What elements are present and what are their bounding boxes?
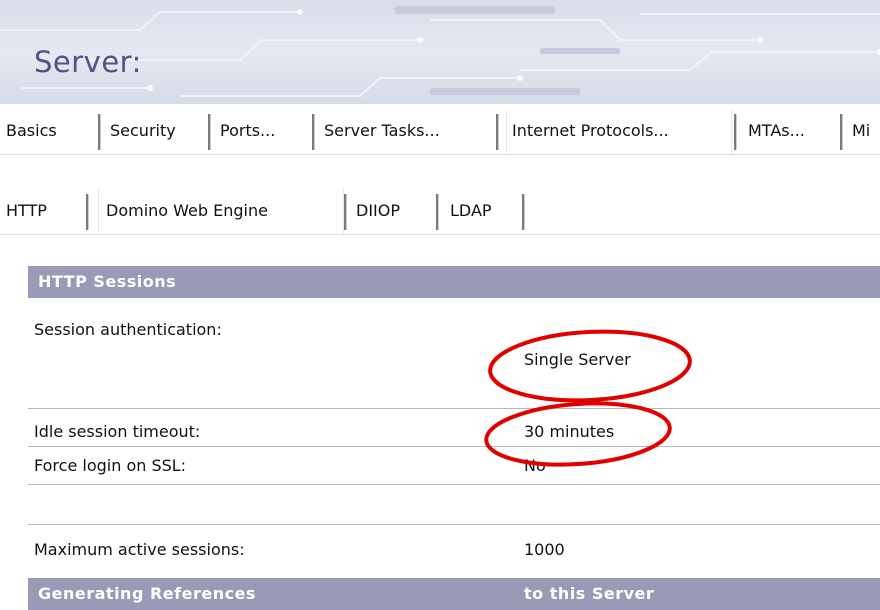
tab-separator	[86, 194, 89, 230]
idle-session-timeout-value[interactable]: 30 minutes	[524, 422, 614, 441]
max-active-sessions-value[interactable]: 1000	[524, 540, 565, 559]
section-title: Generating References	[38, 584, 256, 603]
idle-session-timeout-label: Idle session timeout:	[34, 422, 201, 441]
tab-server-tasks[interactable]: Server Tasks...	[324, 110, 440, 152]
force-login-ssl-label: Force login on SSL:	[34, 456, 187, 475]
session-authentication-label: Session authentication:	[34, 320, 222, 339]
tab-separator	[840, 114, 843, 150]
force-login-ssl-value[interactable]: No	[524, 456, 546, 475]
subtab-domino-web-engine[interactable]: Domino Web Engine	[106, 190, 268, 232]
section-title: HTTP Sessions	[38, 272, 177, 291]
subtab-http[interactable]: HTTP	[6, 190, 47, 232]
section-title-right: to this Server	[524, 584, 655, 603]
sub-tab-bar: HTTP Domino Web Engine DIIOP LDAP	[0, 188, 880, 235]
server-banner: Server:	[0, 0, 880, 104]
row-divider	[28, 408, 880, 409]
tab-separator	[436, 194, 439, 230]
tab-security[interactable]: Security	[110, 110, 176, 152]
row-divider	[28, 446, 880, 447]
subtab-diiop[interactable]: DIIOP	[356, 190, 400, 232]
tab-miscellaneous[interactable]: Mi	[852, 110, 870, 152]
section-header-generating-references: Generating References to this Server	[28, 578, 880, 610]
tab-mtas[interactable]: MTAs...	[748, 110, 805, 152]
row-divider	[28, 524, 880, 525]
tab-separator	[734, 114, 737, 150]
tab-separator	[312, 114, 315, 150]
tab-separator	[98, 114, 101, 150]
tab-separator	[208, 114, 211, 150]
banner-title: Server:	[34, 45, 142, 79]
server-document-page: Server: Basics Security Ports... Server …	[0, 0, 880, 610]
tab-separator	[522, 194, 525, 230]
row-divider	[28, 484, 880, 485]
tab-separator	[496, 114, 499, 150]
max-active-sessions-label: Maximum active sessions:	[34, 540, 245, 559]
tab-basics[interactable]: Basics	[6, 110, 57, 152]
tab-internet-protocols[interactable]: Internet Protocols...	[512, 110, 669, 152]
session-authentication-value[interactable]: Single Server	[524, 350, 631, 369]
tab-ports[interactable]: Ports...	[220, 110, 275, 152]
section-header-http-sessions: HTTP Sessions	[28, 266, 880, 298]
subtab-ldap[interactable]: LDAP	[450, 190, 492, 232]
main-tab-bar: Basics Security Ports... Server Tasks...…	[0, 110, 880, 155]
tab-separator	[344, 194, 347, 230]
